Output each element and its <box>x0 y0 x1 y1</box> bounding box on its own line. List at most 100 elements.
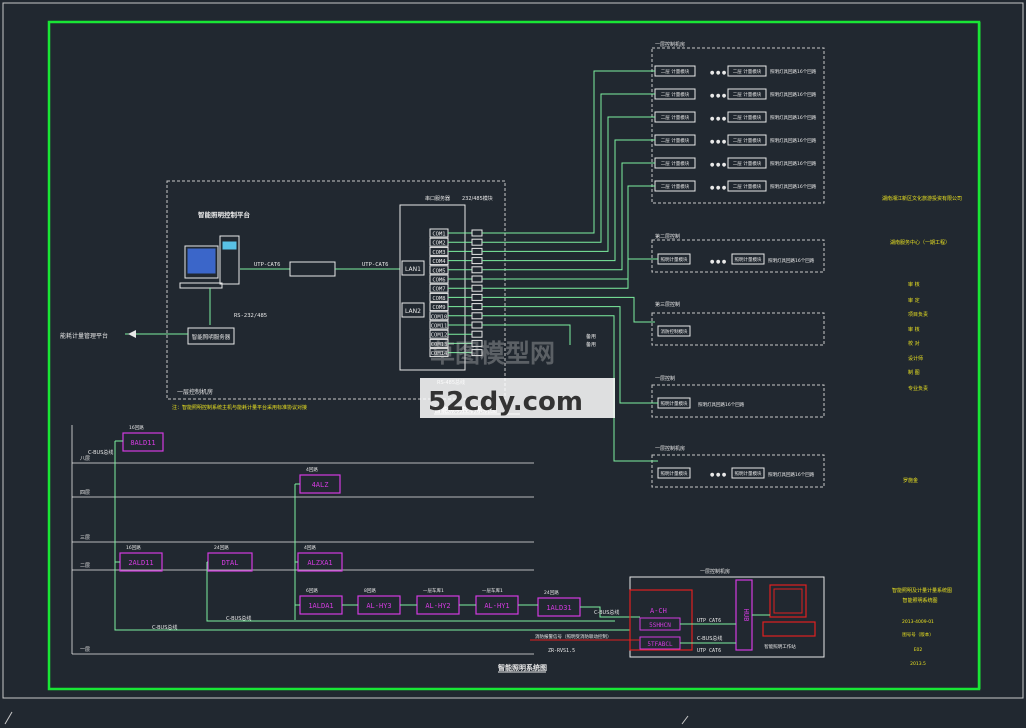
cabinet-tag: 16回路 <box>129 424 144 431</box>
meter-module-label: 照明计量模块 <box>661 470 688 477</box>
dots-icon: ● ● ● <box>710 70 727 76</box>
switch-box <box>289 261 336 277</box>
circuit-label: 照明灯具回路16个回路 <box>768 471 815 478</box>
fire-module-label: 消防控制模块 <box>661 328 688 335</box>
role-label: 审 核 <box>908 326 920 333</box>
platform-title: 智能照明控制平台 <box>198 210 251 219</box>
drawing-name-2: 智能照明系统图 <box>902 597 937 604</box>
watermark-text: 草图模型网 <box>430 339 555 368</box>
monitor-screen <box>187 248 216 274</box>
dots-icon: ● ● ● <box>710 116 727 122</box>
com-terminal <box>471 312 483 320</box>
drawing-date: 2013.5 <box>910 661 926 667</box>
com-port-label: COM7 <box>432 287 445 293</box>
com-port-label: COM4 <box>432 259 446 265</box>
cabinet-tag: 8回路 <box>364 587 376 594</box>
meter-module-label: 照明计量模块 <box>661 256 688 263</box>
bus-label-right: C-BUS总线 <box>594 609 619 616</box>
dots-icon: ● ● ● <box>710 162 727 168</box>
com-terminal <box>471 257 483 265</box>
com-terminal <box>471 275 483 283</box>
circuit-label: 照明灯具回路16个回路 <box>770 137 817 144</box>
meter-module-label: 二层 计量模块 <box>661 91 690 98</box>
meter-module-label: 二层 计量模块 <box>733 137 762 144</box>
floor-group-4-label: 一层控制 <box>655 375 675 382</box>
floor-group-5 <box>651 454 825 488</box>
control-room-label: 一层控制机房 <box>177 388 213 396</box>
cabinet-tag: 4回路 <box>304 544 316 551</box>
com-terminal <box>471 303 483 311</box>
dots-icon: ● ● ● <box>710 185 727 191</box>
floor-label: 一层 <box>80 647 90 653</box>
com-port-label: COM1 <box>432 232 445 238</box>
meter-module-label: 二层 计量模块 <box>661 137 690 144</box>
role-label: 审 核 <box>908 281 920 288</box>
unit-2-label: 5TFABCL <box>647 641 673 648</box>
drawing-scale: 图号号（版本） <box>902 631 934 638</box>
unit-1-label: 5SHHCN <box>649 622 671 629</box>
pc-drive <box>222 241 237 250</box>
cabinet-tag: 16回路 <box>126 544 141 551</box>
serial-server-label: 串口服务器 <box>425 195 450 202</box>
circuit-label: 照明灯具回路16个回路 <box>770 183 817 190</box>
floor-label: 三层 <box>80 535 90 541</box>
feeder-line <box>482 93 655 243</box>
lighting-title: 智能照明系统图 <box>498 663 547 672</box>
drawing-code: E02 <box>914 647 923 653</box>
com-terminal <box>471 238 483 246</box>
bus-label-top: C-BUS总线 <box>88 449 113 456</box>
floor-label: 八层 <box>80 456 90 462</box>
meter-module-label: 二层 计量模块 <box>661 68 690 75</box>
feeder-line <box>482 296 655 323</box>
bus-label-mid: C-BUS总线 <box>226 615 251 622</box>
platform-note: 注：智能照明控制系统主机与能耗计量平台采用标准协议对接 <box>172 404 307 411</box>
com-terminal <box>471 330 483 338</box>
cbus-label: C-BUS总线 <box>697 635 722 642</box>
watermark-url: 52cdy.com <box>428 387 583 417</box>
role-label: 项目负责 <box>908 311 928 318</box>
drawing-name-1: 智能照明及计量计量系统图 <box>892 587 952 594</box>
floor-group-2 <box>651 239 825 273</box>
cabinet-label: AL-HY3 <box>366 602 391 610</box>
com-terminal <box>471 266 483 274</box>
role-label: 制 图 <box>908 369 920 376</box>
ws-keyboard <box>762 621 816 637</box>
signer: 罗施金 <box>903 477 918 484</box>
meter-module-label: 二层 计量模块 <box>733 160 762 167</box>
cabinet-tag: 24回路 <box>544 589 559 596</box>
cabinet-label: 4ALZ <box>312 481 329 489</box>
cabinet-tag: 24回路 <box>214 544 229 551</box>
floor-label: 二层 <box>80 563 90 569</box>
serial-server-label-2: 232/485模块 <box>462 195 493 202</box>
cabinet-tag: 6回路 <box>306 587 318 594</box>
ws-screen <box>773 588 803 614</box>
dots-icon: ● ● ● <box>710 139 727 145</box>
cad-drawing: 一层控制机房智能照明控制平台RS-232/485UTP-CAT6 UTP-CAT6… <box>2 2 1024 725</box>
dots-icon: ● ● ● <box>710 93 727 99</box>
cabinet-label: 2ALD11 <box>128 559 153 567</box>
meter-module-label: 照明计量模块 <box>735 256 762 263</box>
com-port-label: COM2 <box>432 241 445 247</box>
com-port-label: COM9 <box>432 305 445 311</box>
floor-group-top-label: 一层控制机房 <box>655 41 685 48</box>
meter-module-label: 二层 计量模块 <box>661 114 690 121</box>
floor-group-2-label: 第二层控制 <box>655 233 680 240</box>
utp-label-b: UTP CAT6 <box>697 648 721 654</box>
cabinet-label: AL-HY1 <box>484 602 509 610</box>
meter-module-label: 照明计量模块 <box>735 470 762 477</box>
com-terminal <box>471 247 483 255</box>
utp-label-2: UTP-CAT6 <box>362 262 389 268</box>
role-label: 设计师 <box>908 355 923 362</box>
cabinet-label: DTAL <box>222 559 239 567</box>
zr-label: ZR-RVS1.5 <box>548 648 575 654</box>
lan1-label: LAN1 <box>405 266 421 273</box>
role-label: 专业负责 <box>908 385 928 392</box>
workstation-label: 智能照明工作站 <box>764 643 796 650</box>
dots-icon: ● ● ● <box>710 472 727 478</box>
drawing-number: 2013-4009-01 <box>902 619 934 625</box>
circuit-label: 照明灯具回路16个回路 <box>770 160 817 167</box>
cabinet-tag: 4回路 <box>306 466 318 473</box>
meter-module-label: 照明计量模块 <box>661 400 688 407</box>
a-ch-label: A-CH <box>650 607 667 615</box>
floor-group-5-label: 一层控制机房 <box>655 445 685 452</box>
